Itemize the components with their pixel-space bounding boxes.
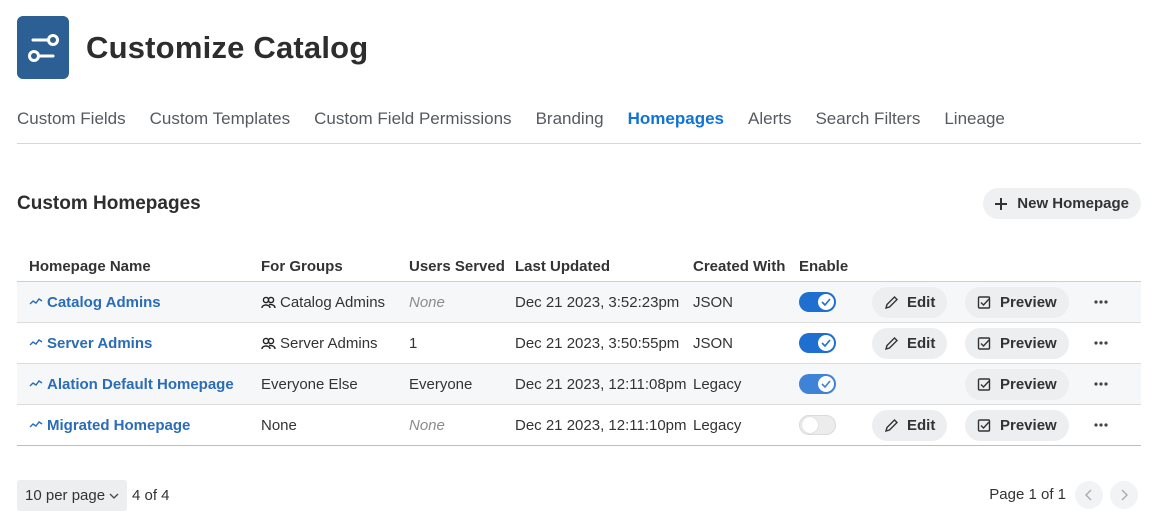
table-row: Catalog Admins Catalog Admins None Dec 2…: [17, 282, 1141, 323]
per-page-select[interactable]: 10 per page: [17, 480, 128, 511]
homepage-name-link[interactable]: Alation Default Homepage: [47, 376, 234, 393]
result-count: 4 of 4: [132, 487, 170, 504]
tab-custom-field-permissions[interactable]: Custom Field Permissions: [314, 100, 511, 143]
homepage-name-link[interactable]: Migrated Homepage: [47, 417, 190, 434]
tab-custom-fields[interactable]: Custom Fields: [17, 100, 126, 143]
edit-button[interactable]: Edit: [872, 327, 948, 359]
table-row: Server Admins Server Admins 1 Dec 21 202…: [17, 323, 1141, 364]
preview-label: Preview: [1000, 416, 1057, 434]
users-served: 1: [409, 334, 418, 352]
tab-lineage[interactable]: Lineage: [944, 100, 1005, 143]
column-header-name: Homepage Name: [29, 258, 151, 275]
homepages-table: Homepage Name For Groups Users Served La…: [17, 252, 1141, 446]
preview-label: Preview: [1000, 293, 1057, 311]
edit-button[interactable]: Edit: [872, 409, 948, 441]
preview-button[interactable]: Preview: [965, 286, 1069, 318]
last-updated: Dec 21 2023, 3:52:23pm: [515, 293, 680, 311]
chevron-down-icon: [109, 493, 119, 499]
column-header-users: Users Served: [409, 258, 505, 275]
preview-button[interactable]: Preview: [965, 368, 1069, 400]
enable-toggle[interactable]: [799, 374, 836, 394]
group-name: None: [261, 416, 297, 434]
tab-custom-templates[interactable]: Custom Templates: [150, 100, 290, 143]
trend-link-icon: [29, 420, 43, 430]
homepage-name-link[interactable]: Catalog Admins: [47, 294, 161, 311]
created-with: Legacy: [693, 375, 742, 393]
group-name: Everyone Else: [261, 375, 358, 393]
last-updated: Dec 21 2023, 12:11:08pm: [515, 375, 687, 393]
table-row: Migrated Homepage None None Dec 21 2023,…: [17, 405, 1141, 446]
preview-button[interactable]: Preview: [965, 409, 1069, 441]
enable-toggle[interactable]: [799, 333, 836, 353]
per-page-label: 10 per page: [25, 487, 106, 504]
created-with: JSON: [693, 334, 734, 352]
preview-check-icon: [977, 336, 992, 351]
group-name: Catalog Admins: [280, 293, 386, 311]
edit-label: Edit: [907, 293, 936, 311]
page-title: Customize Catalog: [86, 29, 369, 65]
users-served: None: [409, 416, 445, 434]
created-with: Legacy: [693, 416, 742, 434]
homepage-name-link[interactable]: Server Admins: [47, 335, 152, 352]
preview-label: Preview: [1000, 334, 1057, 352]
chevron-right-icon: [1121, 489, 1128, 501]
group-icon: [261, 296, 276, 309]
pencil-icon: [884, 418, 899, 433]
more-options-icon[interactable]: [1086, 382, 1126, 386]
created-with: JSON: [693, 293, 734, 311]
tab-search-filters[interactable]: Search Filters: [815, 100, 920, 143]
plus-icon: [993, 196, 1009, 212]
edit-label: Edit: [907, 334, 936, 352]
tab-alerts[interactable]: Alerts: [748, 100, 791, 143]
new-homepage-button[interactable]: New Homepage: [983, 188, 1141, 219]
column-header-created: Created With: [693, 258, 786, 275]
last-updated: Dec 21 2023, 12:11:10pm: [515, 416, 687, 434]
users-served: None: [409, 293, 445, 311]
table-row: Alation Default Homepage Everyone Else E…: [17, 364, 1141, 405]
enable-toggle[interactable]: [799, 415, 836, 435]
column-header-updated: Last Updated: [515, 258, 611, 275]
page-header: Customize Catalog: [17, 16, 368, 79]
preview-check-icon: [977, 377, 992, 392]
next-page-button[interactable]: [1110, 481, 1138, 509]
pencil-icon: [884, 336, 899, 351]
enable-toggle[interactable]: [799, 292, 836, 312]
settings-sliders-icon: [17, 16, 69, 79]
group-name: Server Admins: [280, 334, 378, 352]
edit-label: Edit: [907, 416, 936, 434]
table-header: Homepage Name For Groups Users Served La…: [17, 252, 1141, 282]
chevron-left-icon: [1085, 489, 1092, 501]
column-header-enable: Enable: [799, 258, 849, 275]
trend-link-icon: [29, 297, 43, 307]
tab-homepages[interactable]: Homepages: [628, 100, 724, 143]
preview-check-icon: [977, 295, 992, 310]
tab-bar: Custom Fields Custom Templates Custom Fi…: [17, 100, 1141, 144]
preview-check-icon: [977, 418, 992, 433]
last-updated: Dec 21 2023, 3:50:55pm: [515, 334, 680, 352]
users-served: Everyone: [409, 375, 473, 393]
preview-button[interactable]: Preview: [965, 327, 1069, 359]
previous-page-button[interactable]: [1075, 481, 1103, 509]
new-homepage-label: New Homepage: [1017, 195, 1129, 212]
trend-link-icon: [29, 379, 43, 389]
page-info: Page 1 of 1: [989, 486, 1066, 503]
group-icon: [261, 337, 276, 350]
more-options-icon[interactable]: [1086, 423, 1126, 427]
more-options-icon[interactable]: [1086, 300, 1126, 304]
preview-label: Preview: [1000, 375, 1057, 393]
pencil-icon: [884, 295, 899, 310]
trend-link-icon: [29, 338, 43, 348]
edit-button[interactable]: Edit: [872, 286, 948, 318]
section-title: Custom Homepages: [17, 193, 201, 214]
column-header-groups: For Groups: [261, 258, 343, 275]
tab-branding[interactable]: Branding: [536, 100, 604, 143]
more-options-icon[interactable]: [1086, 341, 1126, 345]
